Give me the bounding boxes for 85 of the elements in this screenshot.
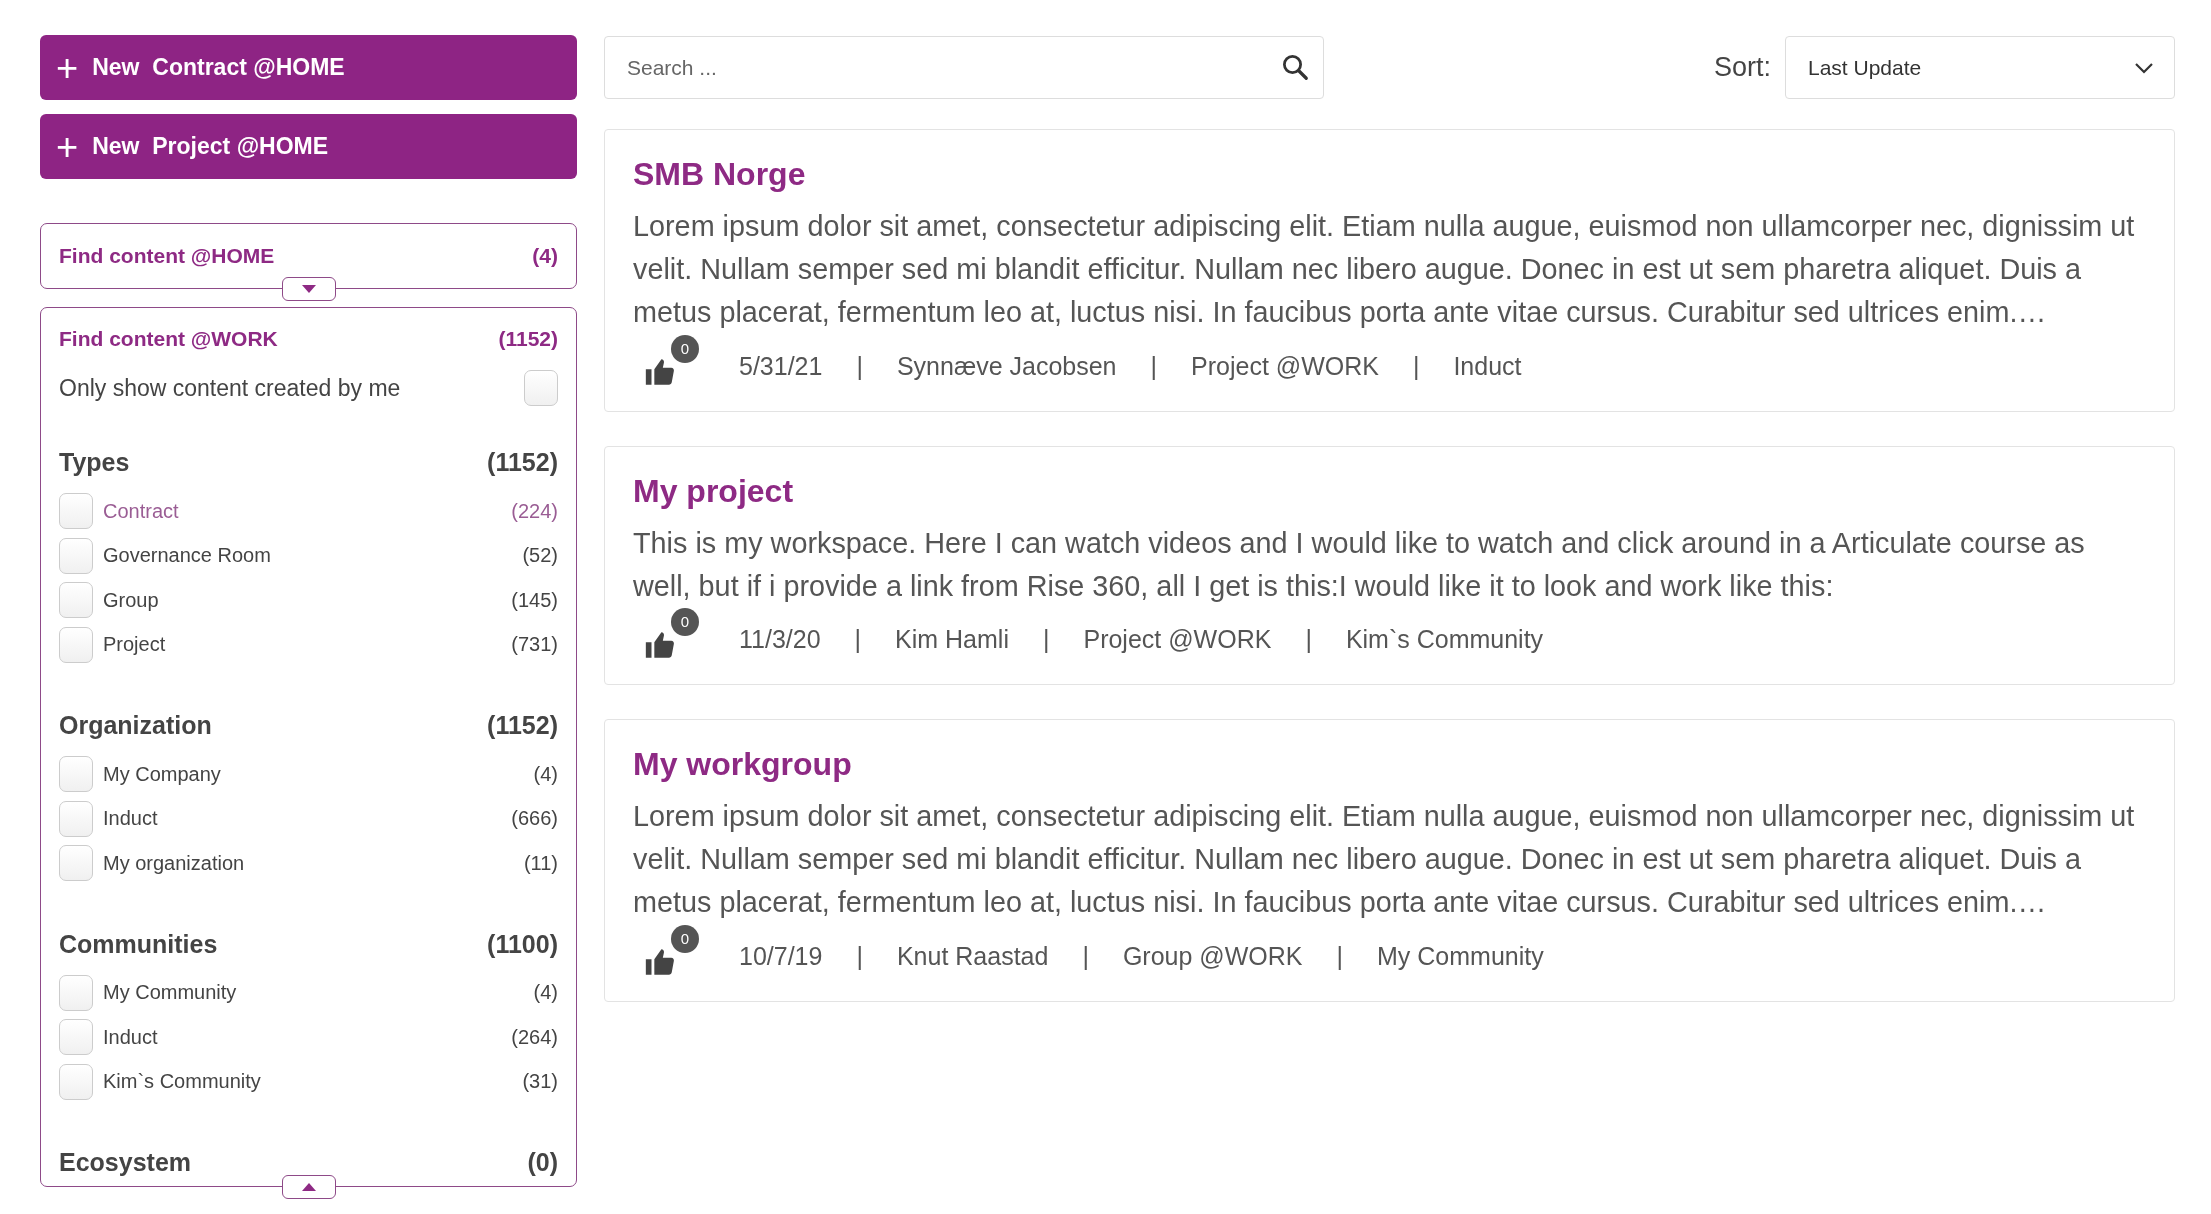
card-meta: Group @WORK bbox=[1122, 942, 1303, 971]
search-icon[interactable] bbox=[1280, 52, 1310, 82]
checkbox[interactable] bbox=[59, 756, 93, 793]
new-item-button[interactable]: + New Contract @HOME bbox=[40, 35, 577, 100]
card-meta: Induct bbox=[1453, 352, 1522, 382]
card-meta: Synnæve Jacobsen bbox=[896, 352, 1117, 382]
search-field[interactable]: Search ... bbox=[604, 36, 1324, 99]
filter-title: Find content @HOME bbox=[59, 244, 275, 268]
filter-option[interactable]: Induct bbox=[103, 807, 512, 831]
option-count: (31) bbox=[522, 1070, 558, 1094]
card-meta: | bbox=[854, 625, 862, 655]
card-description: Lorem ipsum dolor sit amet, consectetur adipiscing elit. Etiam nulla augue, euismod non ullamcorper nec, dignissim ut velit. Nullam semper sed mi blandit efficitur. Nullam nec libero augue. Donec in est ut sem pharetra aliquet. Duis a metus placerat, fermentum leo at, luctus nisi. In faucibus porta ante vitae cursus. Curabitur sed ultrices enim.… bbox=[633, 798, 2136, 921]
expand-toggle[interactable] bbox=[281, 1175, 336, 1199]
option-count: (666) bbox=[511, 807, 558, 831]
card-meta: | bbox=[1336, 942, 1343, 971]
option-count: (264) bbox=[511, 1025, 558, 1049]
card-meta: Kim`s Community bbox=[1345, 625, 1544, 655]
card-meta: My Community bbox=[1377, 942, 1544, 971]
filter-option[interactable]: Group bbox=[103, 588, 512, 612]
option-count: (224) bbox=[511, 499, 558, 523]
option-count: (4) bbox=[533, 762, 558, 786]
option-count: (731) bbox=[511, 633, 558, 657]
filter-option[interactable]: My organization bbox=[103, 851, 524, 875]
card-meta: | bbox=[1412, 352, 1420, 382]
checkbox[interactable] bbox=[59, 582, 93, 619]
filter-count: (1152) bbox=[498, 327, 558, 351]
card-meta: Knut Raastad bbox=[896, 942, 1049, 971]
filter-label: Only show content created by me bbox=[59, 374, 401, 402]
filter-option[interactable]: Kim`s Community bbox=[103, 1070, 523, 1094]
checkbox[interactable] bbox=[59, 626, 93, 663]
caret-icon bbox=[299, 1182, 318, 1192]
caret-icon bbox=[299, 284, 318, 294]
group-count: (1152) bbox=[487, 711, 558, 740]
card-meta: 11/3/20 bbox=[739, 625, 821, 655]
card-meta: Project @WORK bbox=[1083, 625, 1272, 655]
group-title: Ecosystem bbox=[59, 1148, 192, 1177]
card-meta: 5/31/21 bbox=[739, 352, 823, 382]
new-item-button[interactable]: + New Project @HOME bbox=[40, 114, 577, 179]
card-description: This is my workspace. Here I can watch videos and I would like to watch and click around in a Articulate course as well, but if i provide a link from Rise 360, all I get is this:I would like it to look and work like this: bbox=[633, 525, 2086, 604]
filter-option[interactable]: Project bbox=[103, 633, 512, 657]
filter-option[interactable]: My Community bbox=[103, 981, 534, 1005]
option-count: (4) bbox=[533, 981, 558, 1005]
chevron-down-icon bbox=[2134, 61, 2154, 74]
card-meta: | bbox=[1082, 942, 1089, 971]
checkbox[interactable] bbox=[59, 1063, 93, 1100]
filter-count: (4) bbox=[532, 244, 558, 268]
card-title-link[interactable]: My workgroup bbox=[633, 745, 2146, 783]
option-count: (11) bbox=[523, 851, 558, 875]
group-count: (1100) bbox=[487, 929, 558, 959]
like-count-badge: 0 bbox=[671, 924, 699, 953]
sort-dropdown[interactable]: Last Update bbox=[1785, 36, 2175, 99]
like-count-badge: 0 bbox=[671, 334, 699, 363]
group-title: Communities bbox=[59, 929, 218, 959]
group-title: Organization bbox=[59, 711, 212, 740]
sort-label: Sort: bbox=[1713, 52, 1771, 83]
group-count: (0) bbox=[527, 1148, 558, 1177]
like-count-badge: 0 bbox=[671, 607, 699, 636]
option-count: (52) bbox=[522, 544, 558, 568]
card-title-link[interactable]: My project bbox=[633, 472, 2146, 510]
group-title: Types bbox=[59, 448, 130, 477]
card-meta: 10/7/19 bbox=[739, 942, 823, 971]
filter-title: Find content @WORK bbox=[59, 327, 278, 351]
checkbox[interactable] bbox=[59, 493, 93, 530]
card-description: Lorem ipsum dolor sit amet, consectetur adipiscing elit. Etiam nulla augue, euismod non ullamcorper nec, dignissim ut velit. Nullam semper sed mi blandit efficitur. Nullam nec libero augue. Donec in est ut sem pharetra aliquet. Duis a metus placerat, fermentum leo at, luctus nisi. In faucibus porta ante vitae cursus. Curabitur sed ultrices enim.… bbox=[633, 209, 2136, 331]
filter-option[interactable]: Contract bbox=[103, 499, 512, 523]
checkbox[interactable] bbox=[59, 845, 93, 882]
card-meta: Project @WORK bbox=[1191, 352, 1379, 382]
group-count: (1152) bbox=[487, 448, 558, 477]
card-meta: Kim Hamli bbox=[895, 625, 1009, 655]
card-meta: | bbox=[856, 352, 863, 382]
card-meta: | bbox=[1042, 625, 1050, 655]
card-meta: | bbox=[1150, 352, 1157, 382]
checkbox[interactable] bbox=[59, 800, 93, 837]
card-meta: | bbox=[1305, 625, 1312, 655]
filter-option[interactable]: My Company bbox=[103, 762, 534, 786]
filter-option[interactable]: Governance Room bbox=[103, 544, 523, 568]
card-title-link[interactable]: SMB Norge bbox=[633, 156, 2146, 193]
card-meta: | bbox=[856, 942, 863, 971]
filter-option[interactable]: Induct bbox=[103, 1025, 512, 1049]
expand-toggle[interactable] bbox=[281, 277, 336, 301]
checkbox[interactable] bbox=[59, 537, 93, 574]
checkbox[interactable] bbox=[59, 1019, 93, 1056]
checkbox[interactable] bbox=[524, 370, 558, 406]
option-count: (145) bbox=[511, 588, 558, 612]
checkbox[interactable] bbox=[59, 974, 93, 1011]
